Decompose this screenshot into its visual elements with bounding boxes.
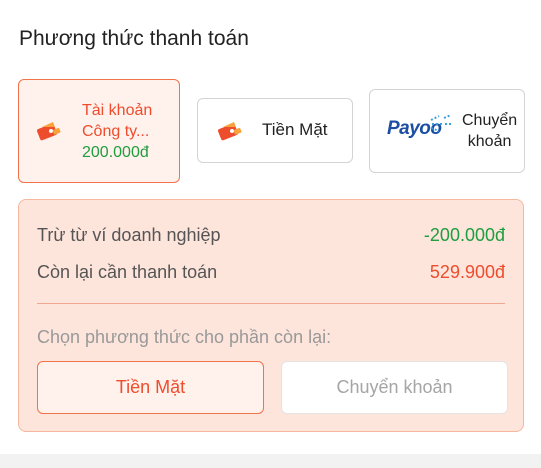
transfer-option-button[interactable]: Chuyển khoản [281, 361, 508, 414]
deduct-row: Trừ từ ví doanh nghiệp -200.000đ [37, 225, 505, 246]
method-name: Tài khoản [82, 102, 153, 119]
cash-option-button[interactable]: Tiền Mặt [37, 361, 264, 414]
method-name-line1: Chuyển [462, 112, 518, 129]
wallet-icon [37, 122, 61, 141]
wallet-icon [218, 122, 242, 141]
section-title: Phương thức thanh toán [19, 27, 249, 50]
method-company-name: Công ty... [82, 123, 150, 140]
payment-method-list: Tài khoản Công ty... 200.000đ Tiền Mặt P… [18, 79, 525, 183]
remaining-label: Còn lại cần thanh toán [37, 262, 218, 282]
deduct-value: -200.000đ [423, 225, 505, 245]
choose-method-label: Chọn phương thức cho phần còn lại: [37, 327, 332, 347]
payment-method-cash[interactable]: Tiền Mặt [197, 98, 353, 163]
method-name-line2: khoản [467, 133, 512, 150]
bottom-separator [0, 454, 541, 468]
method-name: Tiền Mặt [262, 120, 328, 139]
payment-summary-panel: Trừ từ ví doanh nghiệp -200.000đ Còn lại… [18, 199, 524, 432]
method-balance: 200.000đ [82, 144, 149, 161]
remaining-row: Còn lại cần thanh toán 529.900đ [37, 262, 505, 283]
deduct-label: Trừ từ ví doanh nghiệp [37, 225, 221, 245]
sparkle-icon [430, 114, 453, 132]
remaining-value: 529.900đ [429, 262, 505, 282]
payment-method-company-account[interactable]: Tài khoản Công ty... 200.000đ [18, 79, 180, 183]
payment-method-transfer[interactable]: Payoo Chuyển khoản [369, 89, 525, 173]
divider [37, 303, 505, 304]
